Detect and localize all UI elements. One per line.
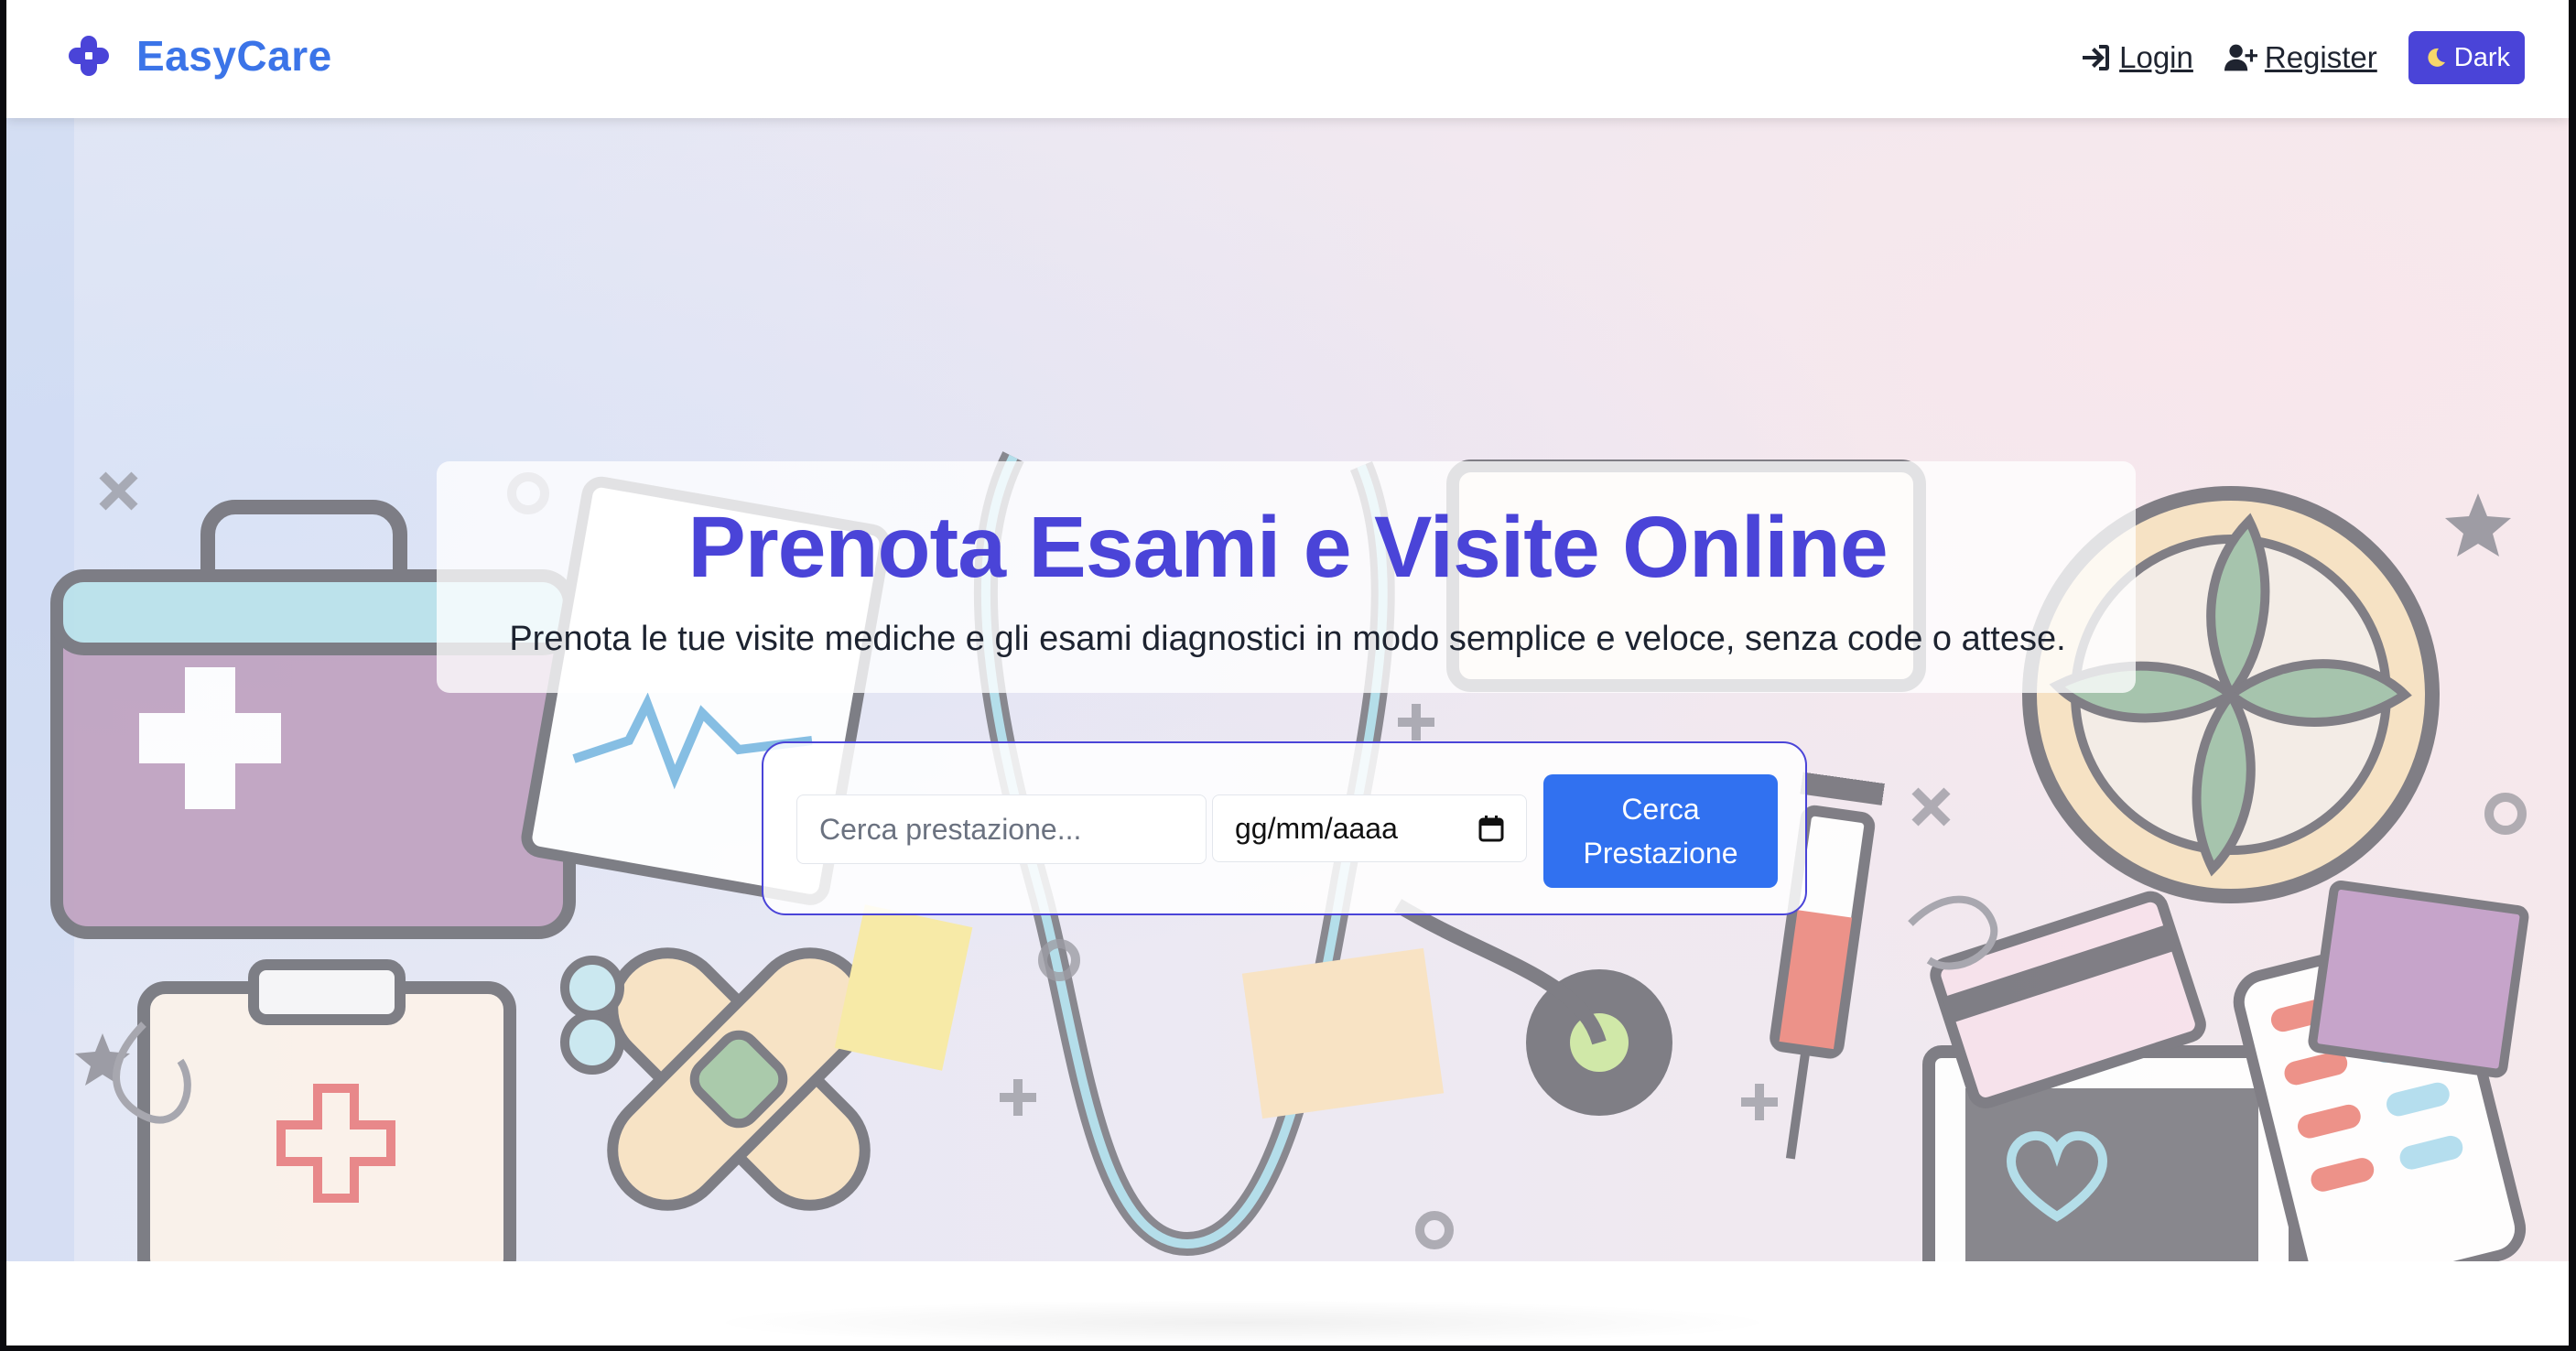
login-link[interactable]: Login <box>2079 40 2193 75</box>
sign-in-icon <box>2083 45 2110 70</box>
navbar: EasyCare Login Register Dark <box>6 0 2569 118</box>
search-button-line2: Prestazione <box>1583 837 1738 870</box>
hero-title: Prenota Esami e Visite Online <box>687 499 1888 596</box>
date-placeholder: gg/mm/aaaa <box>1235 811 1398 845</box>
search-button[interactable]: Cerca Prestazione <box>1543 774 1778 888</box>
footer-shadow <box>702 1300 1782 1346</box>
medical-cross-icon <box>69 36 109 76</box>
brand-name: EasyCare <box>136 32 332 80</box>
calendar-icon[interactable] <box>1478 815 1504 842</box>
search-input[interactable]: Cerca prestazione... <box>796 794 1207 864</box>
date-field[interactable]: gg/mm/aaaa <box>1212 794 1527 862</box>
dark-mode-label: Dark <box>2453 42 2510 72</box>
hero-subtitle: Prenota le tue visite mediche e gli esam… <box>509 620 2066 658</box>
search-button-line1: Cerca <box>1621 793 1700 826</box>
brand[interactable]: EasyCare <box>67 31 332 81</box>
page: EasyCare Login Register Dark Prenota Esa… <box>6 0 2569 1346</box>
login-label: Login <box>2119 40 2193 74</box>
dark-mode-button[interactable]: Dark <box>2408 31 2525 84</box>
search-box: Cerca prestazione... gg/mm/aaaa Cerca Pr… <box>762 741 1807 915</box>
hero: Prenota Esami e Visite Online Prenota le… <box>6 118 2569 1261</box>
nav-actions: Login Register Dark <box>2079 31 2525 84</box>
register-label: Register <box>2264 40 2377 74</box>
register-link[interactable]: Register <box>2224 40 2377 75</box>
moon-icon <box>2428 48 2445 67</box>
user-plus-icon <box>2224 44 2257 71</box>
